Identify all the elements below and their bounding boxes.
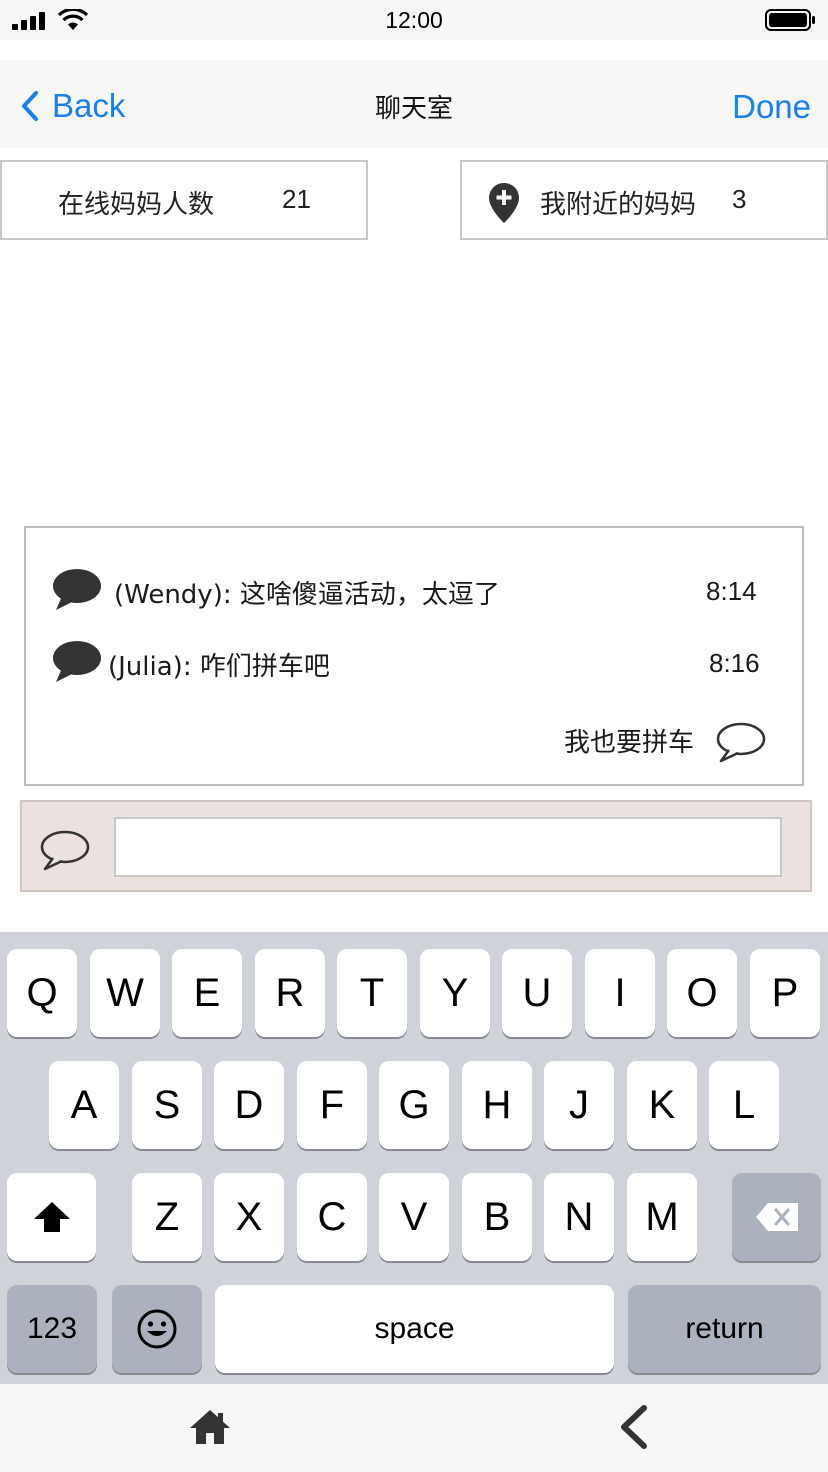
online-moms-count: 21: [282, 184, 311, 214]
own-message-text: 我也要拼车: [564, 728, 695, 758]
key-label: M: [645, 1194, 679, 1239]
numbers-key[interactable]: 123: [7, 1285, 97, 1373]
key-label: space: [374, 1312, 455, 1345]
key-label: V: [400, 1194, 428, 1239]
key-label: return: [685, 1312, 764, 1345]
done-button[interactable]: Done: [732, 88, 811, 126]
chat-message: (Julia): 咋们拼车吧 8:16: [26, 638, 802, 688]
chat-bubble-filled-icon: [53, 569, 101, 610]
nearby-moms-label: 我附近的妈妈: [540, 190, 697, 220]
key-s[interactable]: S: [132, 1061, 202, 1149]
key-p[interactable]: P: [750, 949, 820, 1037]
bottom-bar: [0, 1384, 828, 1472]
key-j[interactable]: J: [544, 1061, 614, 1149]
chat-message-time: 8:16: [709, 648, 760, 678]
key-h[interactable]: H: [462, 1061, 532, 1149]
nearby-moms-count: 3: [732, 184, 747, 214]
chat-message-text: (Wendy): 这啥傻逼活动，太逗了: [114, 580, 500, 610]
key-r[interactable]: R: [255, 949, 325, 1037]
key-label: C: [317, 1194, 347, 1239]
chat-message-text: (Julia): 咋们拼车吧: [108, 652, 330, 682]
chat-bubble-outline-icon: [716, 722, 766, 763]
key-label: R: [275, 970, 305, 1015]
key-label: S: [153, 1082, 181, 1127]
keyboard: Q W E R T Y U I O P A S D F G H J K L Z …: [0, 932, 828, 1384]
key-c[interactable]: C: [297, 1173, 367, 1261]
key-b[interactable]: B: [462, 1173, 532, 1261]
key-label: I: [614, 970, 626, 1015]
shift-key[interactable]: [7, 1173, 96, 1261]
key-label: Z: [154, 1194, 180, 1239]
message-composer: [20, 800, 812, 892]
key-t[interactable]: T: [337, 949, 407, 1037]
chat-message-time: 8:14: [706, 576, 757, 606]
key-z[interactable]: Z: [132, 1173, 202, 1261]
nav-bar: Back 聊天室 Done: [0, 60, 828, 148]
key-l[interactable]: L: [709, 1061, 779, 1149]
emoji-smiley-icon: [137, 1309, 177, 1349]
chat-message: (Wendy): 这啥傻逼活动，太逗了 8:14: [26, 566, 802, 616]
key-label: T: [359, 970, 385, 1015]
return-key[interactable]: return: [628, 1285, 821, 1373]
key-label: N: [564, 1194, 594, 1239]
chevron-left-icon[interactable]: [616, 1404, 652, 1450]
key-k[interactable]: K: [627, 1061, 697, 1149]
chat-bubble-filled-icon: [53, 641, 101, 682]
key-i[interactable]: I: [585, 949, 655, 1037]
key-n[interactable]: N: [544, 1173, 614, 1261]
key-label: 123: [26, 1312, 78, 1345]
key-x[interactable]: X: [214, 1173, 284, 1261]
chat-panel: (Wendy): 这啥傻逼活动，太逗了 8:14 (Julia): 咋们拼车吧 …: [24, 526, 804, 786]
key-label: Y: [441, 970, 469, 1015]
key-v[interactable]: V: [379, 1173, 449, 1261]
key-label: A: [70, 1082, 98, 1127]
chat-bubble-outline-icon: [40, 830, 90, 871]
status-bar: 12:00: [0, 0, 828, 40]
key-label: B: [483, 1194, 511, 1239]
key-label: J: [569, 1082, 589, 1127]
key-e[interactable]: E: [172, 949, 242, 1037]
key-label: O: [686, 970, 718, 1015]
nearby-moms-button[interactable]: 我附近的妈妈 3: [460, 160, 828, 240]
message-input[interactable]: [114, 817, 782, 877]
key-label: F: [319, 1082, 345, 1127]
key-label: K: [648, 1082, 676, 1127]
key-label: P: [771, 970, 799, 1015]
key-label: D: [234, 1082, 264, 1127]
shift-arrow-icon: [33, 1202, 70, 1232]
map-pin-plus-icon: [489, 183, 519, 223]
delete-key[interactable]: [732, 1173, 821, 1261]
own-chat-message: 我也要拼车: [26, 718, 802, 768]
emoji-key[interactable]: [112, 1285, 202, 1373]
key-q[interactable]: Q: [7, 949, 77, 1037]
key-o[interactable]: O: [667, 949, 737, 1037]
key-w[interactable]: W: [90, 949, 160, 1037]
page-title: 聊天室: [374, 94, 453, 124]
key-label: Q: [26, 970, 58, 1015]
space-key[interactable]: space: [215, 1285, 614, 1373]
key-f[interactable]: F: [297, 1061, 367, 1149]
key-label: E: [193, 970, 221, 1015]
key-label: H: [482, 1082, 512, 1127]
key-label: W: [106, 970, 144, 1015]
battery-icon: [765, 9, 815, 31]
key-u[interactable]: U: [502, 949, 572, 1037]
key-y[interactable]: Y: [420, 949, 490, 1037]
key-label: L: [732, 1082, 756, 1127]
online-moms-box: 在线妈妈人数 21: [0, 160, 368, 240]
key-d[interactable]: D: [214, 1061, 284, 1149]
home-icon[interactable]: [188, 1408, 232, 1446]
status-time: 12:00: [385, 7, 443, 33]
key-label: G: [398, 1082, 430, 1127]
key-a[interactable]: A: [49, 1061, 119, 1149]
key-g[interactable]: G: [379, 1061, 449, 1149]
key-m[interactable]: M: [627, 1173, 697, 1261]
backspace-icon: [755, 1203, 798, 1231]
online-moms-label: 在线妈妈人数: [58, 190, 215, 220]
key-label: U: [522, 970, 552, 1015]
key-label: X: [235, 1194, 263, 1239]
